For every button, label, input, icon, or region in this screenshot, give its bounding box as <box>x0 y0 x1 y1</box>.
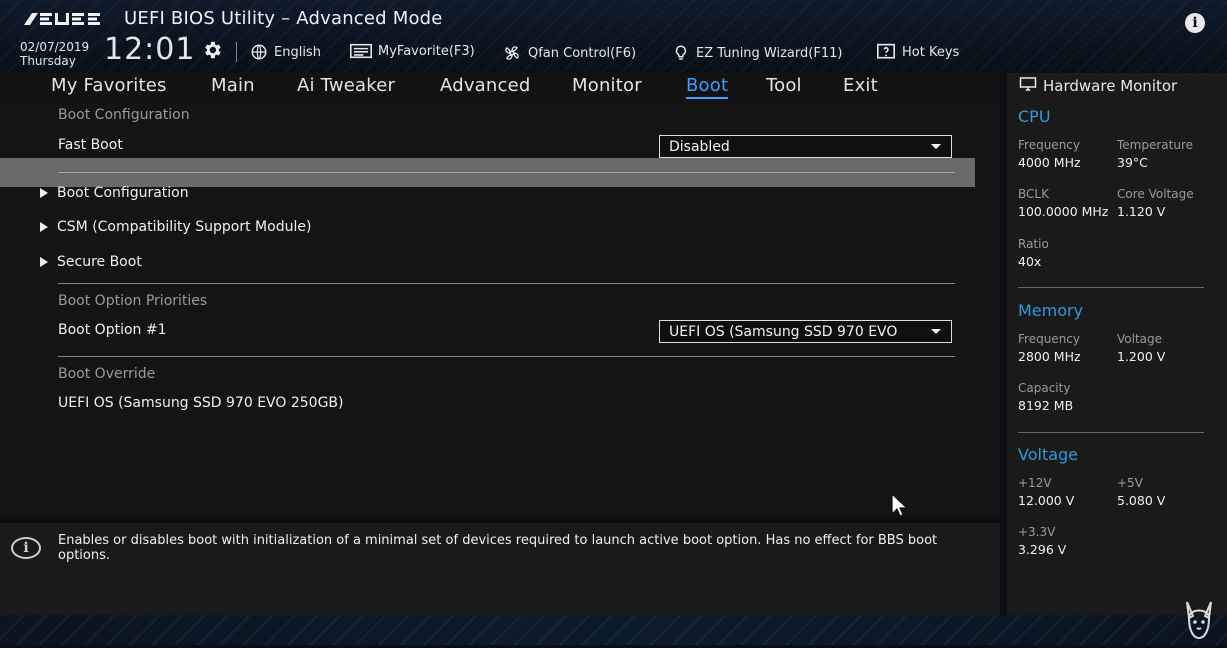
memory-capacity-label: Capacity <box>1018 381 1071 395</box>
hw-section-memory: Memory <box>1018 301 1084 320</box>
tab-main[interactable]: Main <box>211 75 255 96</box>
cpu-frequency-value: 4000 MHz <box>1018 155 1081 170</box>
help-text: Enables or disables boot with initializa… <box>58 533 938 563</box>
globe-icon <box>250 43 268 61</box>
plus5-value: 5.080 V <box>1117 493 1166 508</box>
ez-tuning-label: EZ Tuning Wizard(F11) <box>696 45 843 61</box>
plus12-label: +12V <box>1018 476 1052 490</box>
memory-frequency-value: 2800 MHz <box>1018 349 1081 364</box>
boot-content: Boot Configuration Fast Boot Disabled Bo… <box>0 99 1000 517</box>
hardware-monitor-title: Hardware Monitor <box>1019 76 1177 96</box>
submenu-boot-configuration[interactable]: Boot Configuration <box>40 185 189 201</box>
tab-monitor[interactable]: Monitor <box>572 75 642 96</box>
myfavorite-label: MyFavorite(F3) <box>378 43 475 59</box>
header-divider <box>236 42 237 62</box>
day: Thursday <box>20 54 76 68</box>
memory-voltage-label: Voltage <box>1117 332 1163 346</box>
chevron-down-icon <box>931 329 941 334</box>
tab-ai-tweaker[interactable]: Ai Tweaker <box>297 75 395 96</box>
hot-keys-button[interactable]: Hot Keys <box>876 43 959 61</box>
boot-option-1-dropdown[interactable]: UEFI OS (Samsung SSD 970 EVO <box>659 320 952 343</box>
cpu-temperature-value: 39°C <box>1117 155 1148 170</box>
core-voltage-label: Core Voltage <box>1117 187 1194 201</box>
boot-override-item[interactable]: UEFI OS (Samsung SSD 970 EVO 250GB) <box>58 395 343 411</box>
date: 02/07/2019 <box>20 40 90 54</box>
tab-advanced[interactable]: Advanced <box>440 75 531 96</box>
info-icon[interactable]: i <box>1185 13 1205 33</box>
main-panel: My Favorites Main Ai Tweaker Advanced Mo… <box>0 73 1000 517</box>
bottom-background-strip <box>0 615 1227 645</box>
gear-icon[interactable] <box>201 39 223 65</box>
tab-exit[interactable]: Exit <box>843 75 878 96</box>
qfan-control-button[interactable]: Qfan Control(F6) <box>502 43 636 63</box>
lightbulb-icon <box>672 43 690 63</box>
boot-option-1-value: UEFI OS (Samsung SSD 970 EVO <box>669 323 898 340</box>
cpu-temperature-label: Temperature <box>1117 138 1194 152</box>
plus3-3-label: +3.3V <box>1018 525 1056 539</box>
asus-logo <box>22 10 102 28</box>
tab-boot[interactable]: Boot <box>686 75 729 99</box>
submenu-label: CSM (Compatibility Support Module) <box>57 219 312 235</box>
main-tabs: My Favorites Main Ai Tweaker Advanced Mo… <box>0 73 1000 99</box>
section-boot-configuration: Boot Configuration <box>58 107 190 123</box>
chevron-down-icon <box>931 144 941 149</box>
fast-boot-label: Fast Boot <box>58 137 123 153</box>
hardware-monitor: Hardware Monitor CPU Frequency 4000 MHz … <box>1007 73 1227 615</box>
hw-section-cpu: CPU <box>1018 107 1051 126</box>
ratio-label: Ratio <box>1018 237 1049 251</box>
submenu-label: Secure Boot <box>57 254 142 270</box>
chevron-right-icon <box>40 222 48 232</box>
fast-boot-dropdown[interactable]: Disabled <box>659 135 952 158</box>
divider <box>58 356 955 357</box>
mascot-icon <box>1181 600 1217 644</box>
tab-my-favorites[interactable]: My Favorites <box>51 75 167 96</box>
fan-icon <box>502 43 522 63</box>
submenu-label: Boot Configuration <box>57 185 189 201</box>
language-label: English <box>274 44 321 60</box>
ez-tuning-wizard-button[interactable]: EZ Tuning Wizard(F11) <box>672 43 842 63</box>
divider <box>58 283 955 284</box>
hot-keys-label: Hot Keys <box>902 44 960 60</box>
cpu-frequency-label: Frequency <box>1018 138 1080 152</box>
mouse-cursor-icon <box>890 492 912 522</box>
time: 12:01 <box>104 32 196 67</box>
boot-option-1-label: Boot Option #1 <box>58 322 167 338</box>
hardware-monitor-label: Hardware Monitor <box>1043 77 1178 95</box>
memory-frequency-label: Frequency <box>1018 332 1080 346</box>
plus5-label: +5V <box>1117 476 1143 490</box>
plus3-3-value: 3.296 V <box>1018 542 1067 557</box>
help-box-icon <box>876 43 896 61</box>
top-header: UEFI BIOS Utility – Advanced Mode i 02/0… <box>0 0 1227 73</box>
bclk-label: BCLK <box>1018 187 1049 201</box>
chevron-right-icon <box>40 188 48 198</box>
hw-section-voltage: Voltage <box>1018 445 1079 464</box>
fast-boot-value: Disabled <box>669 138 730 155</box>
help-panel: i Enables or disables boot with initiali… <box>0 523 1000 615</box>
memory-capacity-value: 8192 MB <box>1018 398 1074 413</box>
language-selector[interactable]: English <box>250 43 321 61</box>
app-title: UEFI BIOS Utility – Advanced Mode <box>124 8 443 29</box>
hw-divider <box>1018 432 1204 433</box>
monitor-icon <box>1019 76 1037 96</box>
myfavorite-button[interactable]: MyFavorite(F3) <box>350 43 475 59</box>
submenu-csm[interactable]: CSM (Compatibility Support Module) <box>40 219 311 235</box>
favorite-list-icon <box>350 43 372 59</box>
submenu-secure-boot[interactable]: Secure Boot <box>40 254 142 270</box>
hw-divider <box>1018 287 1204 288</box>
divider <box>58 172 955 173</box>
qfan-label: Qfan Control(F6) <box>528 45 637 61</box>
bclk-value: 100.0000 MHz <box>1018 204 1109 219</box>
tab-tool[interactable]: Tool <box>766 75 802 96</box>
section-boot-option-priorities: Boot Option Priorities <box>58 293 208 309</box>
section-boot-override: Boot Override <box>58 366 156 382</box>
memory-voltage-value: 1.200 V <box>1117 349 1166 364</box>
ratio-value: 40x <box>1018 254 1042 269</box>
chevron-right-icon <box>40 257 48 267</box>
core-voltage-value: 1.120 V <box>1117 204 1166 219</box>
info-icon: i <box>11 537 41 559</box>
plus12-value: 12.000 V <box>1018 493 1075 508</box>
